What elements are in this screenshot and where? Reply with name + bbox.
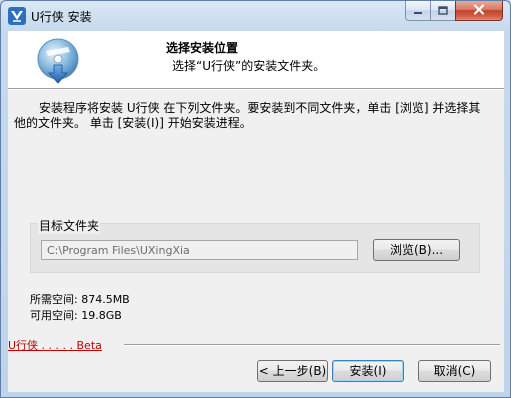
- install-button[interactable]: 安装(I): [332, 360, 404, 382]
- window-title: U行侠 安装: [31, 10, 92, 24]
- maximize-button[interactable]: [430, 1, 456, 21]
- minimize-button[interactable]: [405, 1, 431, 21]
- intro-text-block: 安装程序将安装 U行侠 在下列文件夹。要安装到不同文件夹，单击 [浏览] 并选择…: [14, 101, 490, 131]
- maximize-icon: [438, 4, 448, 18]
- install-disc-icon: [32, 37, 84, 85]
- minimize-icon: [413, 4, 423, 18]
- cancel-button[interactable]: 取消(C): [418, 360, 491, 382]
- app-logo-icon: [8, 7, 26, 25]
- close-icon: [473, 3, 485, 18]
- wizard-client-area: 选择安装位置 选择“U行侠”的安装文件夹。 安装程序将安装 U行侠 在下列文件夹…: [8, 31, 504, 392]
- space-required: 所需空间: 874.5MB: [30, 293, 130, 306]
- close-button[interactable]: [455, 1, 503, 21]
- branding-link[interactable]: U行侠 . . . . . Beta: [8, 337, 102, 353]
- destination-label: 目标文件夹: [38, 217, 101, 234]
- title-bar[interactable]: U行侠 安装: [1, 1, 510, 31]
- destination-path-input[interactable]: C:\Program Files\UXingXia: [41, 240, 358, 260]
- browse-button[interactable]: 浏览(B)...: [373, 239, 460, 261]
- back-button[interactable]: < 上一步(B): [257, 360, 328, 382]
- space-available: 可用空间: 19.8GB: [30, 309, 122, 322]
- branding-divider: [124, 344, 500, 346]
- header-divider: [8, 88, 504, 90]
- wizard-header: 选择安装位置 选择“U行侠”的安装文件夹。: [8, 31, 504, 88]
- page-title: 选择安装位置: [166, 41, 239, 55]
- page-subtitle: 选择“U行侠”的安装文件夹。: [172, 59, 326, 73]
- intro-text: 安装程序将安装 U行侠 在下列文件夹。要安装到不同文件夹，单击 [浏览] 并选择…: [14, 101, 481, 130]
- installer-window: U行侠 安装 选择安装位置 选择“U行侠”的安装文件夹。 安装程序将安装 U行侠…: [0, 0, 511, 398]
